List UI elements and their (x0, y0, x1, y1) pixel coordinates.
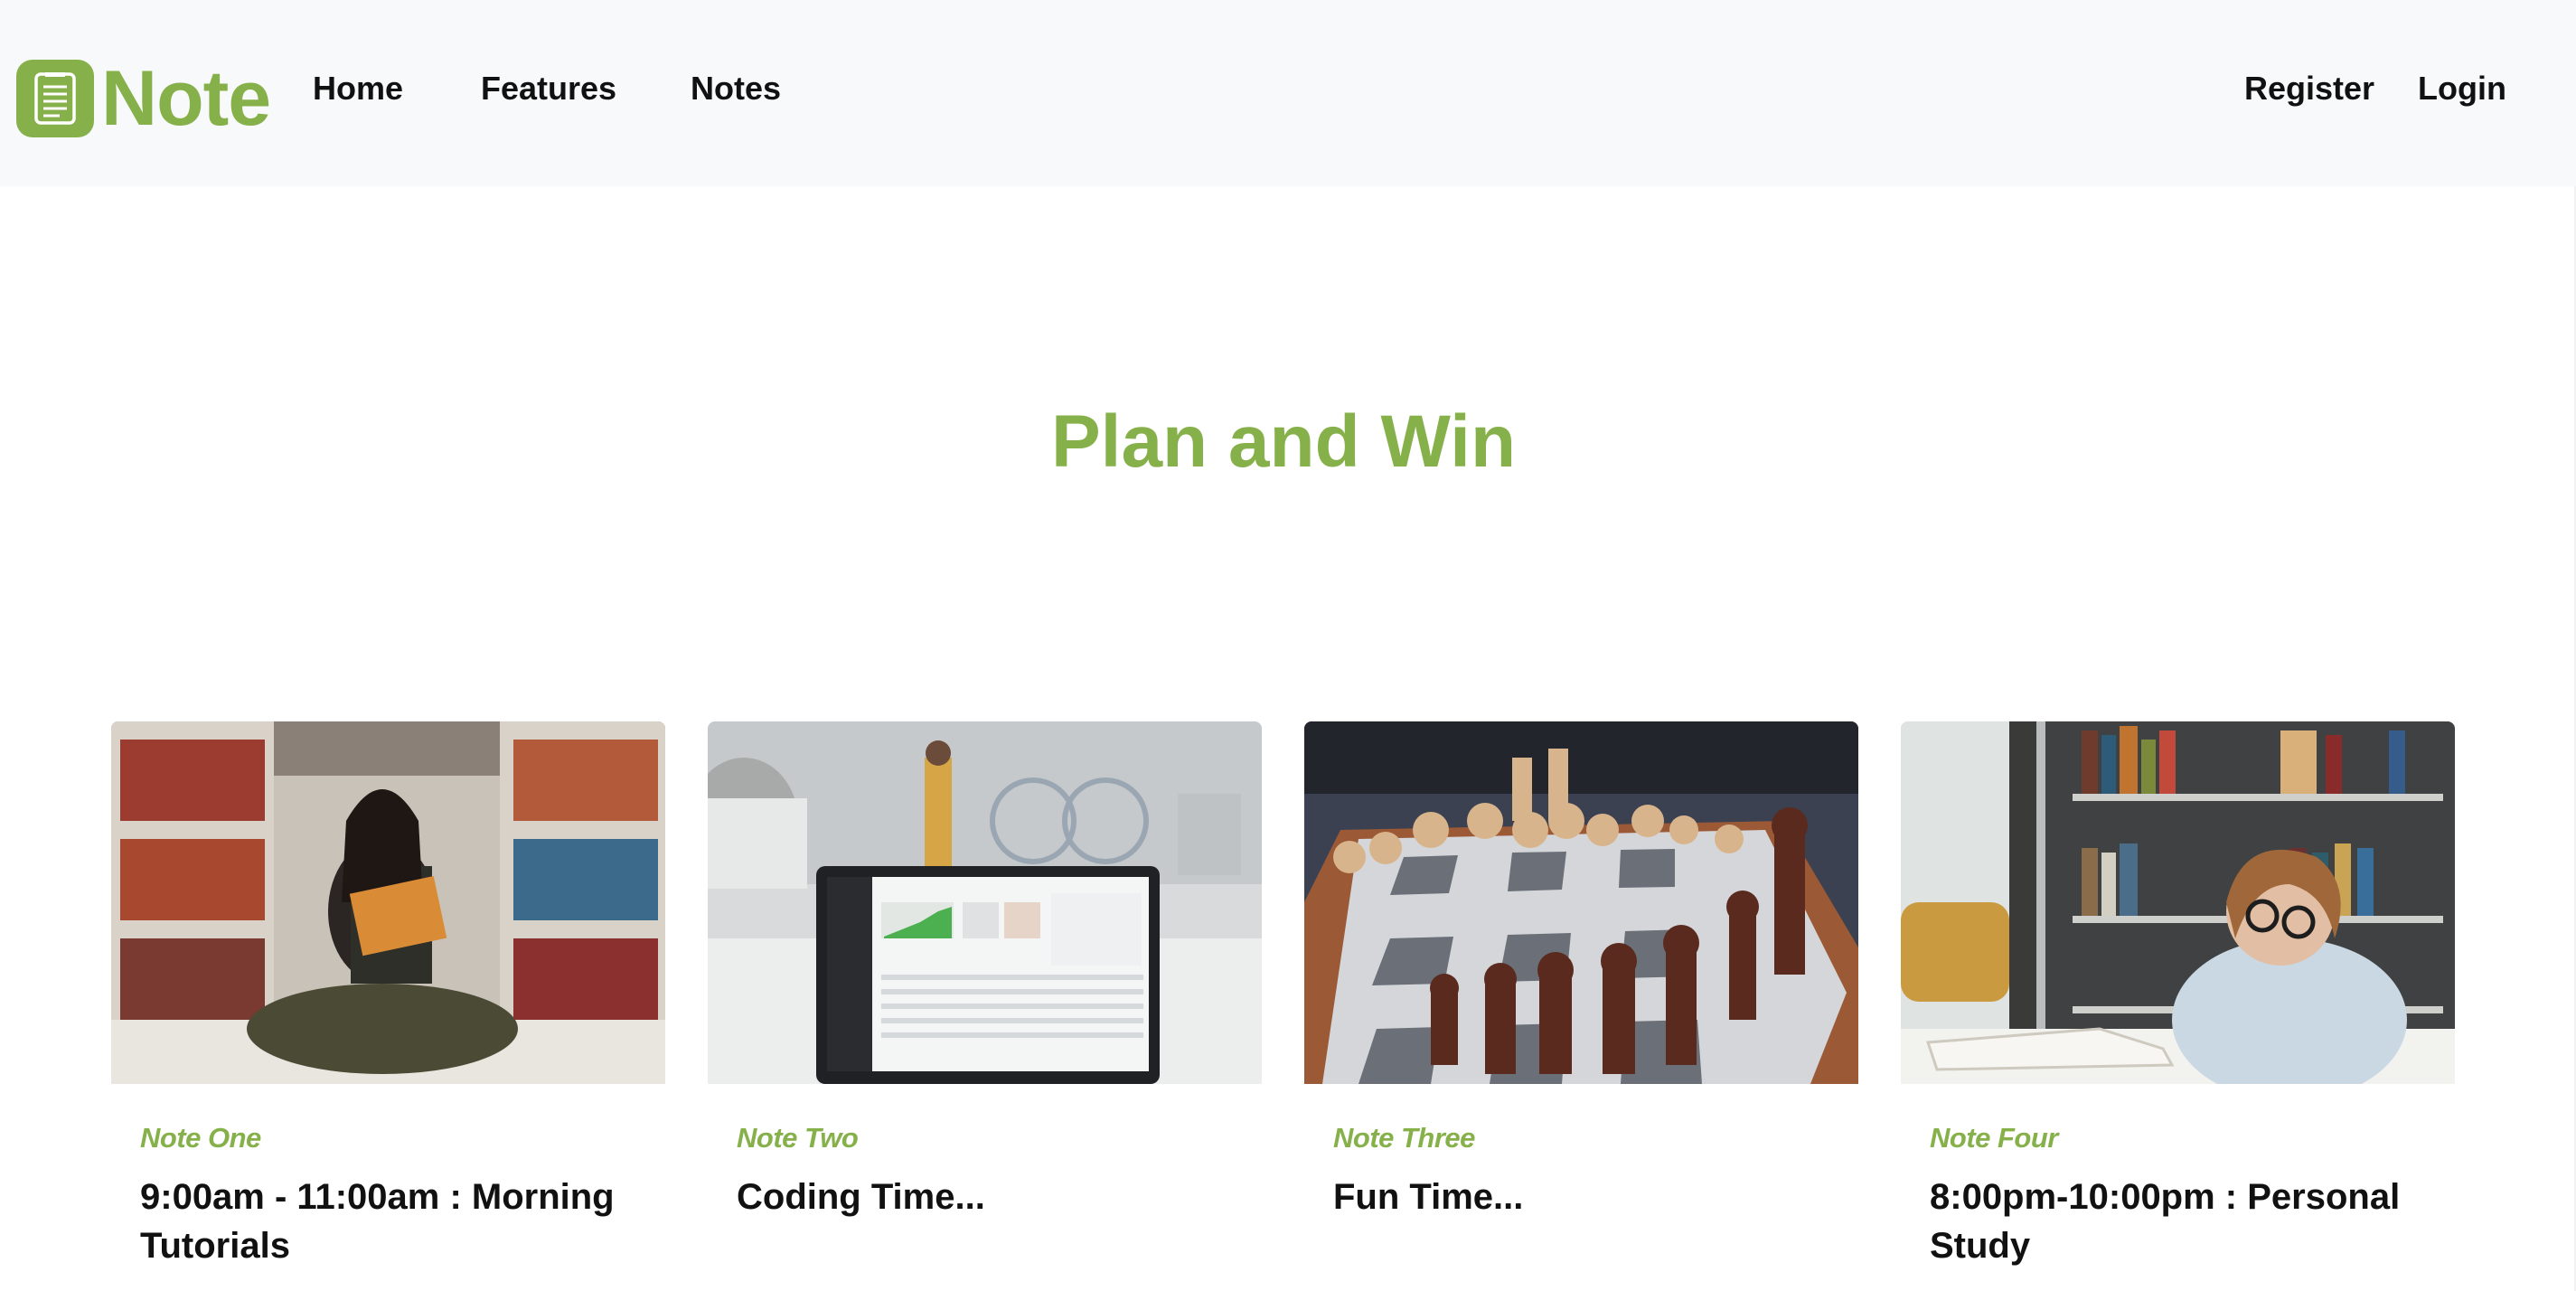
card-title[interactable]: 9:00am - 11:00am : Morning Tutorials (140, 1173, 646, 1270)
note-card[interactable]: Note Three Fun Time... (1304, 721, 1858, 1221)
brand-logo[interactable]: Note (16, 55, 271, 142)
studying-at-desk-photo (1901, 721, 2455, 1084)
notepad-icon (16, 60, 94, 137)
card-title[interactable]: Coding Time... (737, 1173, 1243, 1221)
card-tag: Note Four (1930, 1122, 2058, 1154)
card-tag: Note Three (1333, 1122, 1475, 1154)
nav-login-link[interactable]: Login (2418, 63, 2506, 114)
card-tag: Note One (140, 1122, 261, 1154)
nav-register-link[interactable]: Register (2244, 63, 2374, 114)
card-title[interactable]: 8:00pm-10:00pm : Personal Study (1930, 1173, 2436, 1270)
hero-title: Plan and Win (1050, 400, 1517, 483)
brand-name: Note (101, 55, 271, 142)
nav-features-link[interactable]: Features (481, 63, 616, 114)
laptop-office-photo (708, 721, 1262, 1084)
navbar: Note Home Features Notes Register Login (0, 0, 2576, 186)
reading-in-library-photo (111, 721, 665, 1084)
chess-board-photo (1304, 721, 1858, 1084)
nav-notes-link[interactable]: Notes (691, 63, 781, 114)
note-card[interactable]: Note Four 8:00pm-10:00pm : Personal Stud… (1901, 721, 2455, 1270)
note-card[interactable]: Note Two Coding Time... (708, 721, 1262, 1221)
card-tag: Note Two (737, 1122, 859, 1154)
note-card[interactable]: Note One 9:00am - 11:00am : Morning Tuto… (111, 721, 665, 1270)
nav-home-link[interactable]: Home (313, 63, 403, 114)
card-title[interactable]: Fun Time... (1333, 1173, 1839, 1221)
